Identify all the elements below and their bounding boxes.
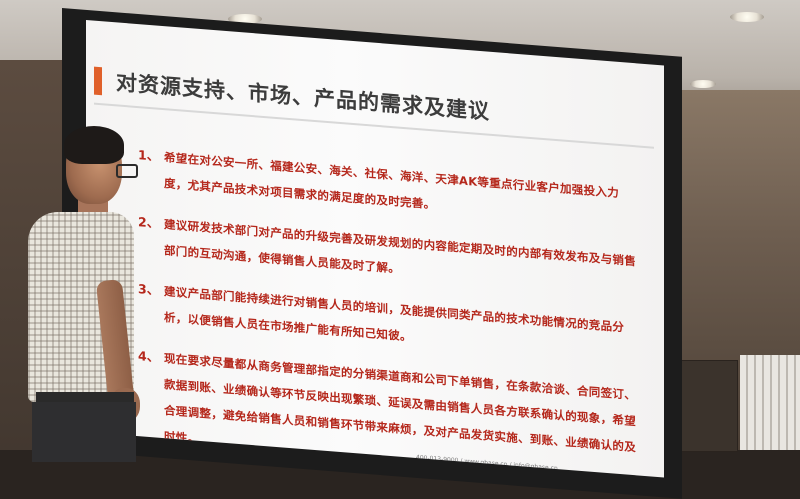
presenter-hair — [64, 126, 124, 164]
projected-slide: 对资源支持、市场、产品的需求及建议 1、 希望在对公安一所、福建公安、海关、社保… — [86, 20, 664, 478]
suggestion-list: 1、 希望在对公安一所、福建公安、海关、社保、海洋、天津AK等重点行业客户加强投… — [138, 142, 638, 477]
radiator — [740, 355, 800, 450]
presenter-belt — [36, 392, 134, 402]
ceiling-light — [730, 12, 764, 22]
ceiling-light — [690, 80, 716, 88]
glasses-icon — [116, 164, 138, 178]
presenter-pants — [32, 402, 136, 462]
title-accent-bar — [94, 66, 102, 96]
slide-title: 对资源支持、市场、产品的需求及建议 — [116, 70, 490, 124]
cabinet — [680, 360, 738, 452]
presenter — [10, 126, 150, 462]
